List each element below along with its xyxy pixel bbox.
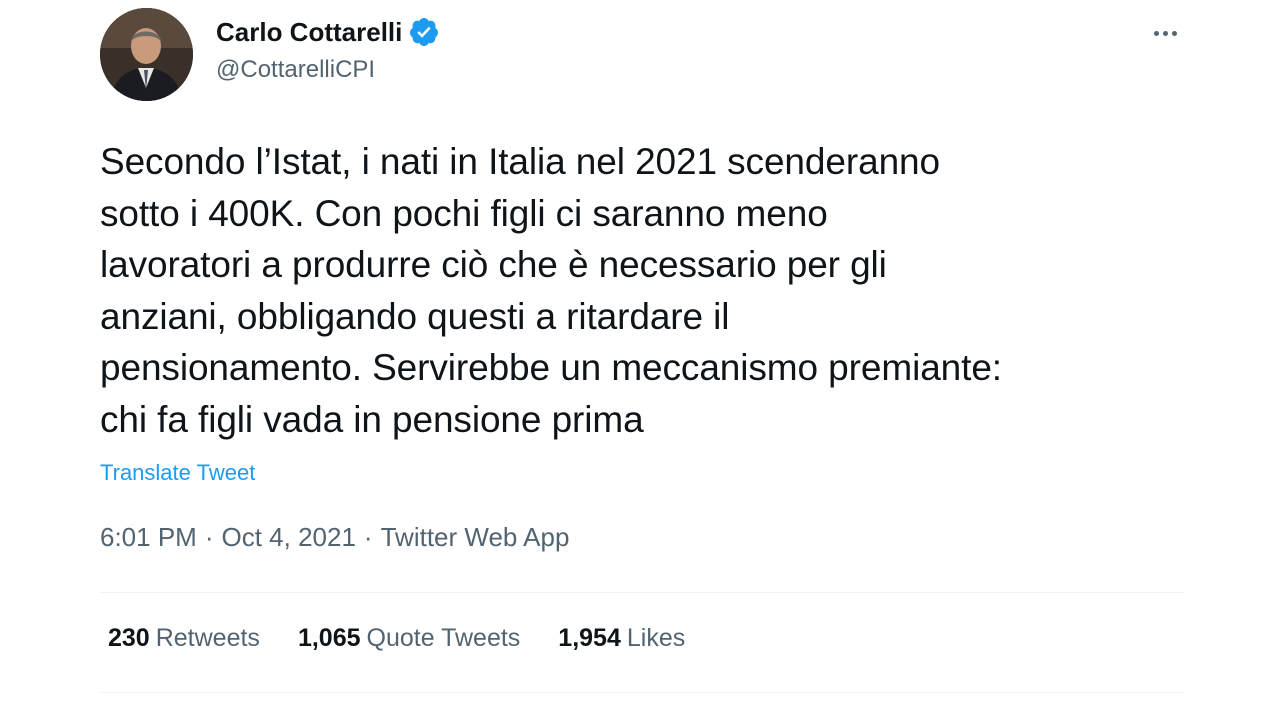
likes-count: 1,954 <box>558 624 621 652</box>
author-handle[interactable]: @CottarelliCPI <box>216 56 375 84</box>
meta-separator: · <box>363 522 373 552</box>
tweet-detail: Carlo Cottarelli @CottarelliCPI Secondo … <box>0 0 1280 720</box>
retweets-label: Retweets <box>155 624 260 652</box>
retweets-count: 230 <box>108 624 150 652</box>
likes-label: Likes <box>626 624 686 652</box>
avatar[interactable] <box>100 8 193 101</box>
more-dot <box>1171 30 1177 36</box>
tweet-text: Secondo l’Istat, i nati in Italia nel 20… <box>100 141 1002 440</box>
likes-stat[interactable]: 1,954 Likes <box>558 624 685 653</box>
more-options-icon[interactable] <box>1146 18 1184 48</box>
translate-tweet-link[interactable]: Translate Tweet <box>100 460 255 486</box>
author-display-name[interactable]: Carlo Cottarelli <box>216 17 402 48</box>
tweet-metadata: 6:01 PM · Oct 4, 2021 · Twitter Web App <box>100 522 569 553</box>
divider <box>100 592 1185 593</box>
quote-tweets-count: 1,065 <box>297 624 361 652</box>
tweet-stats: 230 Retweets 1,065 Quote Tweets 1,954 Li… <box>108 624 723 653</box>
author-name-row: Carlo Cottarelli <box>216 14 440 50</box>
quote-tweets-label: Quote Tweets <box>366 624 521 652</box>
avatar-image <box>100 8 193 101</box>
more-dot <box>1162 30 1168 36</box>
tweet-source[interactable]: Twitter Web App <box>381 522 570 553</box>
divider <box>100 692 1185 693</box>
more-dot <box>1153 30 1159 36</box>
meta-separator: · <box>204 522 214 552</box>
retweets-stat[interactable]: 230 Retweets <box>108 624 260 653</box>
quote-tweets-stat[interactable]: 1,065 Quote Tweets <box>298 624 520 653</box>
tweet-date[interactable]: Oct 4, 2021 <box>222 522 356 553</box>
verified-badge-icon <box>408 16 440 48</box>
tweet-time[interactable]: 6:01 PM <box>100 522 197 553</box>
